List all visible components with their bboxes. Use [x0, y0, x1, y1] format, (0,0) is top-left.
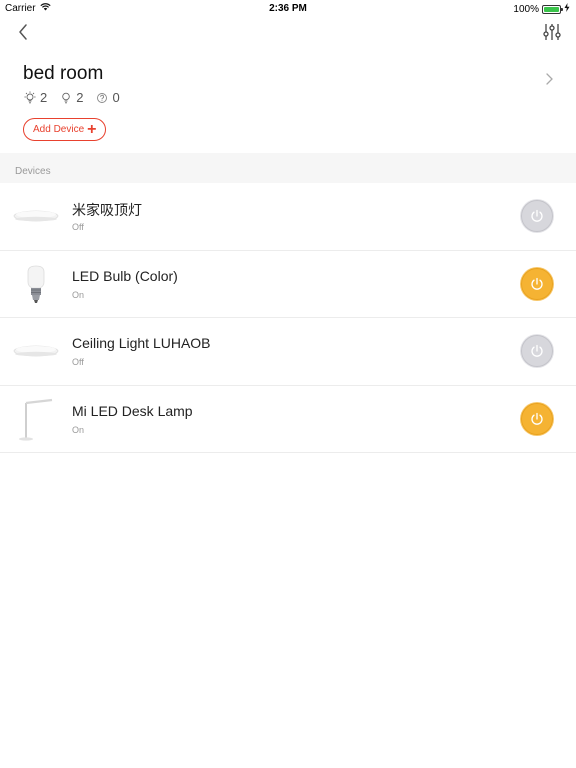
devices-section-label: Devices [15, 166, 51, 177]
power-toggle-button[interactable] [521, 200, 553, 232]
chevron-right-icon [546, 73, 553, 85]
room-stats: 2 2 0 [23, 90, 132, 105]
device-name: Ceiling Light LUHAOB [72, 335, 211, 351]
status-right: 100% [513, 3, 570, 15]
ceiling-light-icon [12, 193, 60, 241]
room-title: bed room [23, 63, 104, 84]
question-circle-icon [97, 92, 108, 103]
power-icon [531, 412, 543, 425]
device-status: On [72, 289, 85, 300]
settings-button[interactable] [542, 22, 562, 42]
device-row[interactable]: Mi LED Desk Lamp On [0, 386, 576, 453]
add-device-label: Add Device [33, 124, 85, 135]
desk-lamp-icon [12, 396, 60, 444]
status-time: 2:36 PM [269, 3, 307, 14]
add-device-button[interactable]: Add Device + [23, 118, 107, 141]
stat-lights-on: 2 [23, 90, 47, 105]
room-detail-button[interactable] [544, 71, 556, 87]
power-toggle-button[interactable] [521, 402, 553, 435]
stat-lights: 2 [59, 90, 83, 105]
device-status: Off [72, 357, 84, 367]
power-icon [531, 209, 543, 222]
unknown-count: 0 [112, 90, 120, 105]
device-status: On [72, 424, 85, 435]
devices-section-header: Devices [0, 153, 576, 183]
power-toggle-button[interactable] [521, 267, 553, 300]
stat-unknown: 0 [95, 90, 120, 105]
device-status: Off [72, 222, 84, 232]
ceiling-light-icon [12, 328, 60, 376]
back-button[interactable] [14, 22, 34, 42]
status-bar: Carrier 2:36 PM 100% [0, 0, 576, 16]
device-name: 米家吸顶灯 [72, 202, 142, 218]
device-name: LED Bulb (Color) [72, 267, 178, 284]
bulb-on-icon [24, 91, 36, 103]
battery-icon [542, 4, 563, 14]
nav-bar [0, 16, 576, 48]
power-toggle-button[interactable] [521, 335, 553, 367]
bulb-icon [62, 92, 70, 103]
lights-on-count: 2 [40, 90, 48, 105]
charging-icon [564, 3, 570, 15]
device-row[interactable]: LED Bulb (Color) On [0, 251, 576, 318]
device-row[interactable]: 米家吸顶灯 Off [0, 183, 576, 251]
device-list: 米家吸顶灯 Off LED Bulb (Color) On Ceiling Li… [0, 183, 576, 453]
device-name: Mi LED Desk Lamp [72, 402, 193, 419]
power-icon [531, 277, 543, 290]
power-icon [531, 344, 543, 357]
room-header: bed room 2 2 0 Add Device + [0, 55, 576, 153]
battery-percent: 100% [513, 3, 539, 15]
sliders-icon [543, 24, 561, 40]
chevron-left-icon [19, 24, 27, 40]
bulb-device-icon [12, 261, 60, 309]
lights-count: 2 [76, 90, 84, 105]
plus-icon: + [87, 120, 97, 138]
device-row[interactable]: Ceiling Light LUHAOB Off [0, 318, 576, 386]
